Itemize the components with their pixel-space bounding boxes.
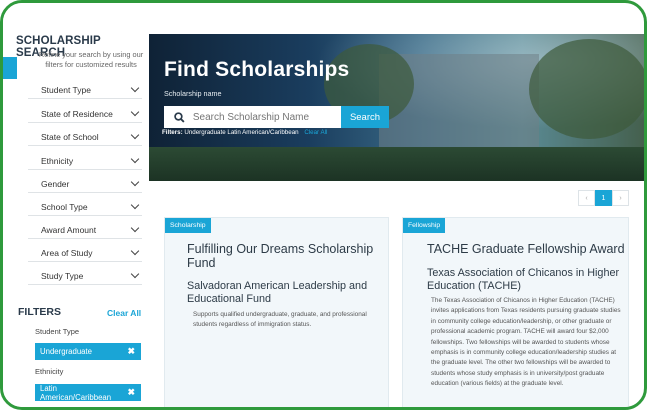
result-card[interactable]: Scholarship Fulfilling Our Dreams Schola… [164,217,389,407]
select-label: Student Type [41,84,91,95]
select-label: Ethnicity [41,155,74,166]
chevron-down-icon [130,269,140,279]
award-type-badge: Fellowship [403,218,446,233]
select-label: Area of Study [41,247,93,258]
select-study-type[interactable]: Study Type [28,267,142,285]
search-input[interactable] [192,111,341,123]
scholarship-description: The Texas Association of Chicanos in Hig… [431,297,621,388]
search-icon [174,111,185,123]
select-ethnicity[interactable]: Ethnicity [28,152,142,170]
select-area-of-study[interactable]: Area of Study [28,244,142,262]
search-field-label: Scholarship name [164,89,222,98]
filter-chip-latin-american: Latin American/Caribbean ✖ [35,383,141,402]
sidebar-subtitle: Refine your search by using our filters … [38,50,144,69]
active-filters-line: Filters: Undergraduate Latin American/Ca… [162,129,327,136]
hero-banner: Find Scholarships Scholarship name Searc… [149,34,644,181]
award-type-badge: Scholarship [165,218,211,233]
select-award-amount[interactable]: Award Amount [28,221,142,239]
chevron-down-icon [130,154,140,164]
select-label: Award Amount [41,224,97,235]
remove-filter-icon[interactable]: ✖ [127,387,135,398]
select-gender[interactable]: Gender [28,175,142,193]
filter-group-label: Ethnicity [35,367,64,376]
scholarship-title[interactable]: TACHE Graduate Fellowship Award [427,242,627,256]
filters-heading: FILTERS [18,306,61,318]
filters-value: Undergraduate Latin American/Caribbean [184,129,299,136]
select-label: Study Type [41,270,84,281]
hero-clear-all-link[interactable]: Clear All [304,129,327,136]
filter-chip-undergraduate: Undergraduate ✖ [35,343,141,360]
side-accent-tab [3,57,17,79]
chip-label: Undergraduate [40,347,93,356]
select-school-type[interactable]: School Type [28,198,142,216]
clear-all-link[interactable]: Clear All [107,308,141,318]
organization-name: Texas Association of Chicanos in Higher … [427,267,620,292]
result-card[interactable]: Fellowship TACHE Graduate Fellowship Awa… [402,217,629,407]
select-student-type[interactable]: Student Type [28,81,142,99]
chevron-down-icon [130,177,140,187]
search-button[interactable]: Search [341,106,389,128]
select-state-of-residence[interactable]: State of Residence [28,105,142,123]
filter-sidebar: SCHOLARSHIP SEARCH Refine your search by… [3,3,149,407]
scholarship-description: Supports qualified undergraduate, gradua… [193,311,367,329]
chevron-down-icon [130,107,140,117]
select-label: School Type [41,201,88,212]
chevron-down-icon [130,200,140,210]
pagination: ‹ 1 › [578,190,629,206]
select-label: State of School [41,131,99,142]
chevron-down-icon [130,246,140,256]
lawn-shape [149,147,644,181]
chevron-down-icon [130,223,140,233]
tree-shape [529,39,644,139]
prev-page-button[interactable]: ‹ [578,190,595,206]
search-box [164,106,341,128]
organization-name: Salvadoran American Leadership and Educa… [187,280,368,305]
page-1-button[interactable]: 1 [595,190,612,206]
page-title: Find Scholarships [164,58,350,81]
scholarship-title[interactable]: Fulfilling Our Dreams Scholarship Fund [187,242,382,270]
select-label: State of Residence [41,108,113,119]
chip-label: Latin American/Caribbean [40,383,112,402]
select-label: Gender [41,178,70,189]
select-state-of-school[interactable]: State of School [28,128,142,146]
filter-group-label: Student Type [35,327,80,336]
page-frame: SCHOLARSHIP SEARCH Refine your search by… [0,0,647,410]
chevron-down-icon [130,130,140,140]
chevron-down-icon [130,83,140,93]
remove-filter-icon[interactable]: ✖ [127,346,135,357]
filters-label: Filters: [162,129,183,136]
next-page-button[interactable]: › [612,190,629,206]
